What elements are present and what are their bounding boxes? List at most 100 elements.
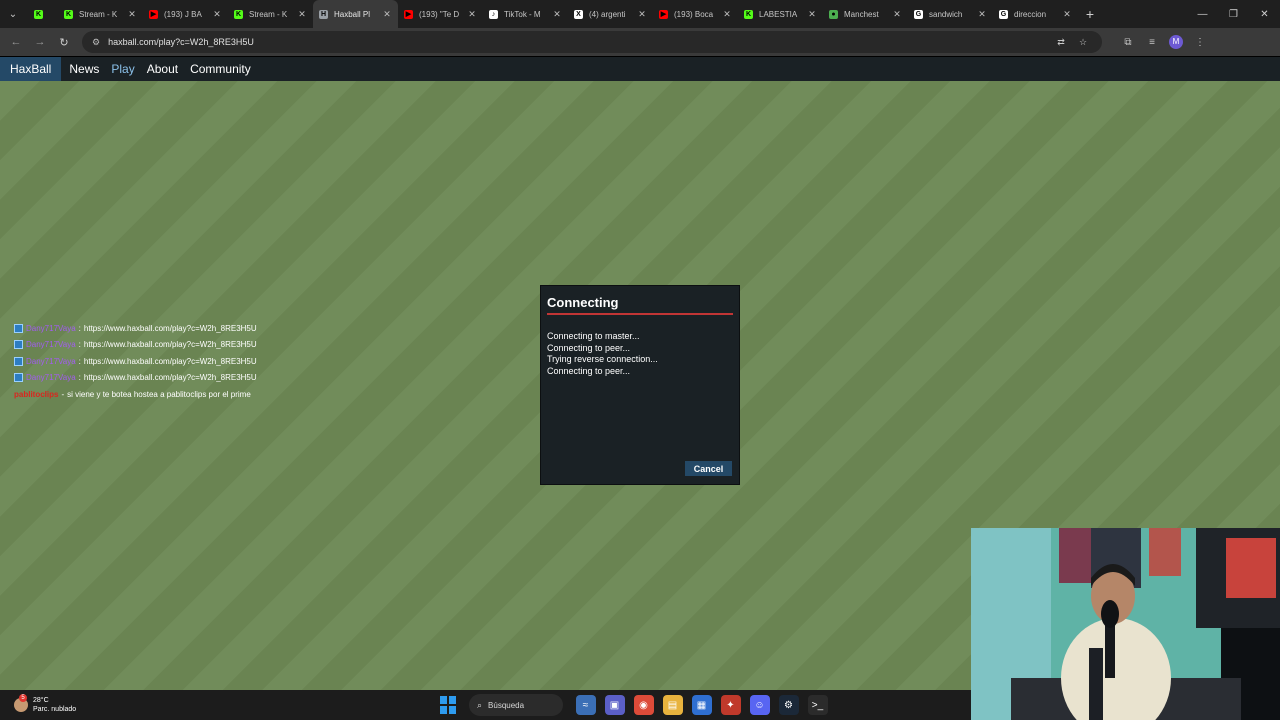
notification-badge: 5: [19, 694, 27, 702]
chat-separator: :: [78, 340, 81, 350]
weather-temp: 28°C: [33, 697, 49, 704]
extensions-puzzle-icon[interactable]: ⧉: [1116, 37, 1140, 48]
terminal-icon[interactable]: >_: [807, 695, 828, 715]
reload-icon[interactable]: ↻: [52, 30, 76, 54]
taskbar-search-placeholder: Búsqueda: [488, 700, 525, 710]
tab-title: (4) argenti: [589, 9, 626, 19]
browser-tab[interactable]: K Stream - K ✕: [58, 0, 143, 28]
windows-start-icon[interactable]: [440, 696, 458, 714]
tab-close-icon[interactable]: ✕: [380, 9, 394, 20]
tab-title: Stream - K: [249, 9, 288, 19]
restore-icon[interactable]: ❐: [1218, 0, 1249, 28]
weather-widget[interactable]: 5 28°C Parc. nublado: [14, 694, 77, 714]
browser-tab[interactable]: ● Manchest ✕: [823, 0, 908, 28]
file-explorer-icon[interactable]: ▤: [662, 695, 683, 715]
tab-title: (193) Boca: [674, 9, 714, 19]
browser-tab[interactable]: K LABESTIA ✕: [738, 0, 823, 28]
tab-close-icon[interactable]: ✕: [1060, 9, 1074, 20]
discord-icon[interactable]: ☺: [749, 695, 770, 715]
tab-title: (193) J BA: [164, 9, 202, 19]
chat-line: Dany717Vaya: https://www.haxball.com/play…: [14, 353, 257, 370]
tab-close-icon[interactable]: ✕: [635, 9, 649, 20]
browser-menu-icon[interactable]: ⋮: [1188, 37, 1212, 48]
taskbar-search[interactable]: ⌕ Búsqueda: [469, 694, 563, 716]
tab-title: (193) "Te D: [419, 9, 460, 19]
chrome-icon[interactable]: ◉: [633, 695, 654, 715]
nav-link-community[interactable]: Community: [184, 62, 257, 76]
address-bar[interactable]: ⚙ haxball.com/play?c=W2h_8RE3H5U ⇄ ☆: [82, 31, 1102, 53]
chat-separator: :: [78, 356, 81, 366]
minimize-icon[interactable]: —: [1187, 0, 1218, 28]
browser-tab[interactable]: K Stream - K ✕: [228, 0, 313, 28]
browser-tab[interactable]: H Haxball Pl ✕: [313, 0, 398, 28]
chat-log: Dany717Vaya: https://www.haxball.com/play…: [14, 320, 257, 403]
app-icon[interactable]: ✦: [720, 695, 741, 715]
youtube-icon: ▶: [404, 9, 413, 19]
tab-close-icon[interactable]: ✕: [805, 9, 819, 20]
browser-tab[interactable]: X (4) argenti ✕: [568, 0, 653, 28]
tab-close-icon[interactable]: ✕: [720, 9, 734, 20]
tab-close-icon[interactable]: ✕: [550, 9, 564, 20]
browser-tab[interactable]: K: [26, 0, 58, 28]
kick-logo-icon: K: [744, 9, 753, 19]
site-info-icon[interactable]: ⚙: [92, 37, 100, 48]
translate-icon[interactable]: ⇄: [1050, 37, 1072, 48]
haxball-header: HaxBall News Play About Community: [0, 57, 1280, 81]
url-text: haxball.com/play?c=W2h_8RE3H5U: [108, 37, 254, 47]
tab-close-icon[interactable]: ✕: [975, 9, 989, 20]
dialog-title: Connecting: [547, 295, 733, 315]
chat-separator: :: [78, 373, 81, 383]
nav-link-about[interactable]: About: [141, 62, 184, 76]
chat-message: https://www.haxball.com/play?c=W2h_8RE3H…: [83, 323, 257, 333]
browser-tab[interactable]: ▶ (193) J BA ✕: [143, 0, 228, 28]
store-icon[interactable]: ▦: [691, 695, 712, 715]
window-controls: — ❐ ✕: [1187, 0, 1280, 28]
chat-badge-icon: [14, 373, 23, 383]
tab-title: TikTok - M: [504, 9, 541, 19]
back-arrow-icon[interactable]: ←: [4, 30, 28, 54]
chat-badge-icon: [14, 340, 23, 350]
tab-search-chevron-icon[interactable]: ⌄: [0, 0, 26, 28]
close-window-icon[interactable]: ✕: [1249, 0, 1280, 28]
connection-log-line: Connecting to peer...: [547, 365, 631, 376]
tab-close-icon[interactable]: ✕: [890, 9, 904, 20]
tab-close-icon[interactable]: ✕: [295, 9, 309, 20]
browser-tab[interactable]: ♪ TikTok - M ✕: [483, 0, 568, 28]
haxball-nav: News Play About Community: [63, 62, 256, 76]
haxball-brand-link[interactable]: HaxBall: [0, 57, 62, 81]
kick-logo-icon: K: [234, 9, 243, 19]
chat-separator: -: [61, 389, 65, 399]
tab-close-icon[interactable]: ✕: [125, 9, 139, 20]
browser-tab[interactable]: ▶ (193) Boca ✕: [653, 0, 738, 28]
cancel-button[interactable]: Cancel: [685, 461, 732, 476]
connecting-dialog: Connecting Connecting to master... Connec…: [540, 285, 740, 485]
chat-username: Dany717Vaya: [26, 323, 76, 333]
edge-surf-icon[interactable]: ≈: [575, 695, 596, 715]
forward-arrow-icon[interactable]: →: [28, 30, 52, 54]
browser-tab[interactable]: Gdireccion ✕: [993, 0, 1078, 28]
new-tab-plus-icon[interactable]: +: [1078, 0, 1102, 28]
connection-log-line: Trying reverse connection...: [547, 354, 658, 364]
chat-username: pablitoclips: [14, 389, 59, 399]
chat-line: pablitoclips - si viene y te botea hostea …: [14, 386, 257, 403]
weather-desc: Parc. nublado: [33, 706, 77, 713]
chat-message: https://www.haxball.com/play?c=W2h_8RE3H…: [83, 340, 257, 350]
chat-username: Dany717Vaya: [26, 340, 76, 350]
nav-link-play[interactable]: Play: [105, 62, 140, 76]
browser-tab[interactable]: Gsandwich ✕: [908, 0, 993, 28]
chat-username: Dany717Vaya: [26, 373, 76, 383]
tab-close-icon[interactable]: ✕: [465, 9, 479, 20]
teams-chat-icon[interactable]: ▣: [604, 695, 625, 715]
profile-avatar[interactable]: M: [1169, 35, 1183, 49]
tab-title: Stream - K: [79, 9, 118, 19]
chat-username: Dany717Vaya: [26, 356, 76, 366]
media-controls-icon[interactable]: ≡: [1140, 37, 1164, 48]
steam-icon[interactable]: ⚙: [778, 695, 799, 715]
tab-close-icon[interactable]: ✕: [210, 9, 224, 20]
bookmark-star-icon[interactable]: ☆: [1072, 37, 1094, 48]
chat-message: https://www.haxball.com/play?c=W2h_8RE3H…: [83, 373, 257, 383]
nav-link-news[interactable]: News: [63, 62, 105, 76]
taskbar-apps: ≈ ▣ ◉ ▤ ▦ ✦ ☺ ⚙ >_: [571, 695, 832, 715]
browser-tab[interactable]: ▶ (193) "Te D ✕: [398, 0, 483, 28]
haxball-icon: H: [319, 9, 328, 19]
